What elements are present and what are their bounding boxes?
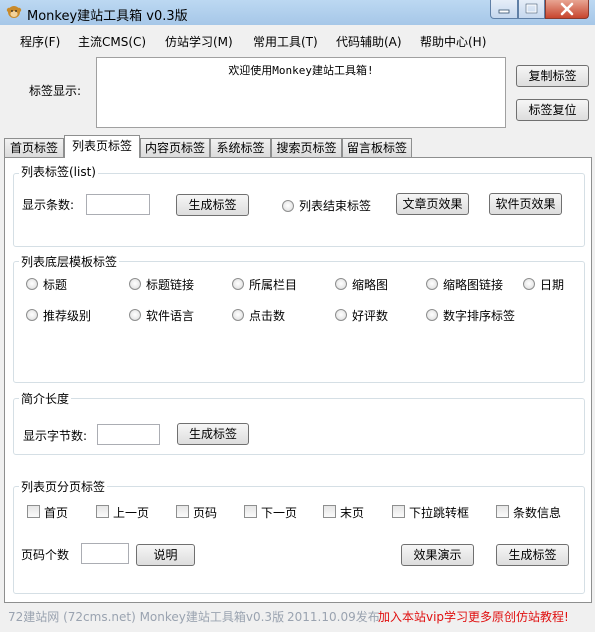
- check-count-info-label: 条数信息: [513, 506, 562, 520]
- minimize-icon: [498, 9, 510, 14]
- check-last-page[interactable]: [323, 505, 336, 518]
- radio-title-link[interactable]: [129, 278, 141, 290]
- tag-display-label: 标签显示:: [29, 84, 82, 98]
- check-next-page-label: 下一页: [261, 506, 298, 520]
- maximize-icon: [525, 3, 538, 14]
- copy-tag-button[interactable]: 复制标签: [516, 65, 589, 87]
- software-effect-button[interactable]: 软件页效果: [489, 193, 562, 215]
- count-label: 显示条数:: [22, 198, 75, 212]
- tab-system[interactable]: 系统标签: [210, 138, 271, 157]
- radio-clicks[interactable]: [232, 309, 244, 321]
- maximize-button[interactable]: [518, 0, 545, 19]
- check-next-page[interactable]: [244, 505, 257, 518]
- explain-button[interactable]: 说明: [136, 544, 195, 566]
- app-window: Monkey建站工具箱 v0.3版 程序(F) 主流CMS(C) 仿站学习(M)…: [0, 0, 595, 632]
- intro-length-group-title: 简介长度: [19, 390, 72, 407]
- intro-length-input[interactable]: [97, 424, 160, 445]
- radio-category[interactable]: [232, 278, 244, 290]
- tab-guestbook[interactable]: 留言板标签: [342, 138, 412, 157]
- check-jump-dropdown[interactable]: [392, 505, 405, 518]
- status-date: 2011.10.09发布: [287, 610, 380, 624]
- menu-tools[interactable]: 常用工具(T): [253, 33, 318, 50]
- radio-software-language-label: 软件语言: [146, 309, 195, 323]
- radio-thumbnail-link-label: 缩略图链接: [443, 278, 504, 292]
- intro-length-label: 显示字节数:: [23, 429, 88, 443]
- end-tag-radio[interactable]: [282, 200, 294, 212]
- monkey-icon: [6, 6, 22, 18]
- menu-program[interactable]: 程序(F): [20, 33, 60, 50]
- demo-button[interactable]: 效果演示: [401, 544, 474, 566]
- menu-help[interactable]: 帮助中心(H): [420, 33, 486, 50]
- check-prev-page-label: 上一页: [113, 506, 150, 520]
- list-generate-button[interactable]: 生成标签: [176, 194, 249, 216]
- tab-search-page[interactable]: 搜索页标签: [271, 138, 342, 157]
- article-effect-button[interactable]: 文章页效果: [396, 193, 469, 215]
- end-tag-radio-label: 列表结束标签: [299, 199, 372, 213]
- pagination-group-title: 列表页分页标签: [19, 478, 108, 495]
- tab-list-page[interactable]: 列表页标签: [64, 135, 140, 158]
- radio-thumbnail-link[interactable]: [426, 278, 438, 290]
- radio-number-sort-label: 数字排序标签: [443, 309, 516, 323]
- status-left-text: 72建站网 (72cms.net) Monkey建站工具箱v0.3版: [8, 610, 285, 624]
- check-prev-page[interactable]: [96, 505, 109, 518]
- pagination-generate-button[interactable]: 生成标签: [496, 544, 569, 566]
- radio-thumbnail[interactable]: [335, 278, 347, 290]
- tag-display-text: 欢迎使用Monkey建站工具箱!: [228, 64, 374, 77]
- page-count-input[interactable]: [81, 543, 129, 564]
- tab-home[interactable]: 首页标签: [4, 138, 64, 157]
- template-tag-group-title: 列表底层模板标签: [19, 253, 120, 270]
- menu-cms[interactable]: 主流CMS(C): [78, 33, 146, 50]
- status-promo-link[interactable]: 加入本站vip学习更多原创仿站教程!: [378, 608, 569, 625]
- menu-code[interactable]: 代码辅助(A): [336, 33, 402, 50]
- count-input[interactable]: [86, 194, 150, 215]
- minimize-button[interactable]: [490, 0, 518, 19]
- tag-display-area[interactable]: 欢迎使用Monkey建站工具箱!: [96, 57, 506, 128]
- radio-date[interactable]: [523, 278, 535, 290]
- tab-content-page[interactable]: 内容页标签: [140, 138, 210, 157]
- menu-study[interactable]: 仿站学习(M): [165, 33, 233, 50]
- radio-date-label: 日期: [540, 278, 565, 292]
- title-bar[interactable]: Monkey建站工具箱 v0.3版: [0, 0, 595, 25]
- radio-thumbnail-label: 缩略图: [352, 278, 389, 292]
- check-page-numbers[interactable]: [176, 505, 189, 518]
- radio-recommend-level-label: 推荐级别: [43, 309, 92, 323]
- radio-ratings-label: 好评数: [352, 309, 389, 323]
- close-icon: [560, 2, 574, 16]
- radio-ratings[interactable]: [335, 309, 347, 321]
- check-first-page-label: 首页: [44, 506, 69, 520]
- radio-title[interactable]: [26, 278, 38, 290]
- radio-software-language[interactable]: [129, 309, 141, 321]
- menu-bar: 程序(F) 主流CMS(C) 仿站学习(M) 常用工具(T) 代码辅助(A) 帮…: [0, 27, 595, 53]
- status-bar: 72建站网 (72cms.net) Monkey建站工具箱v0.3版 2011.…: [0, 603, 595, 632]
- check-jump-dropdown-label: 下拉跳转框: [409, 506, 470, 520]
- check-count-info[interactable]: [496, 505, 509, 518]
- radio-recommend-level[interactable]: [26, 309, 38, 321]
- check-page-numbers-label: 页码: [193, 506, 218, 520]
- check-first-page[interactable]: [27, 505, 40, 518]
- check-last-page-label: 末页: [340, 506, 365, 520]
- window-title: Monkey建站工具箱 v0.3版: [27, 9, 188, 24]
- list-tag-group-title: 列表标签(list): [19, 163, 98, 180]
- pagination-group: [13, 486, 585, 594]
- radio-category-label: 所属栏目: [249, 278, 298, 292]
- close-button[interactable]: [545, 0, 589, 19]
- list-page-panel: 列表标签(list) 显示条数: 生成标签 列表结束标签 文章页效果 软件页效果…: [4, 157, 592, 603]
- intro-generate-button[interactable]: 生成标签: [177, 423, 249, 445]
- radio-title-link-label: 标题链接: [146, 278, 195, 292]
- radio-number-sort[interactable]: [426, 309, 438, 321]
- radio-title-label: 标题: [43, 278, 68, 292]
- reset-tag-button[interactable]: 标签复位: [516, 99, 589, 121]
- radio-clicks-label: 点击数: [249, 309, 286, 323]
- page-count-label: 页码个数: [21, 548, 70, 562]
